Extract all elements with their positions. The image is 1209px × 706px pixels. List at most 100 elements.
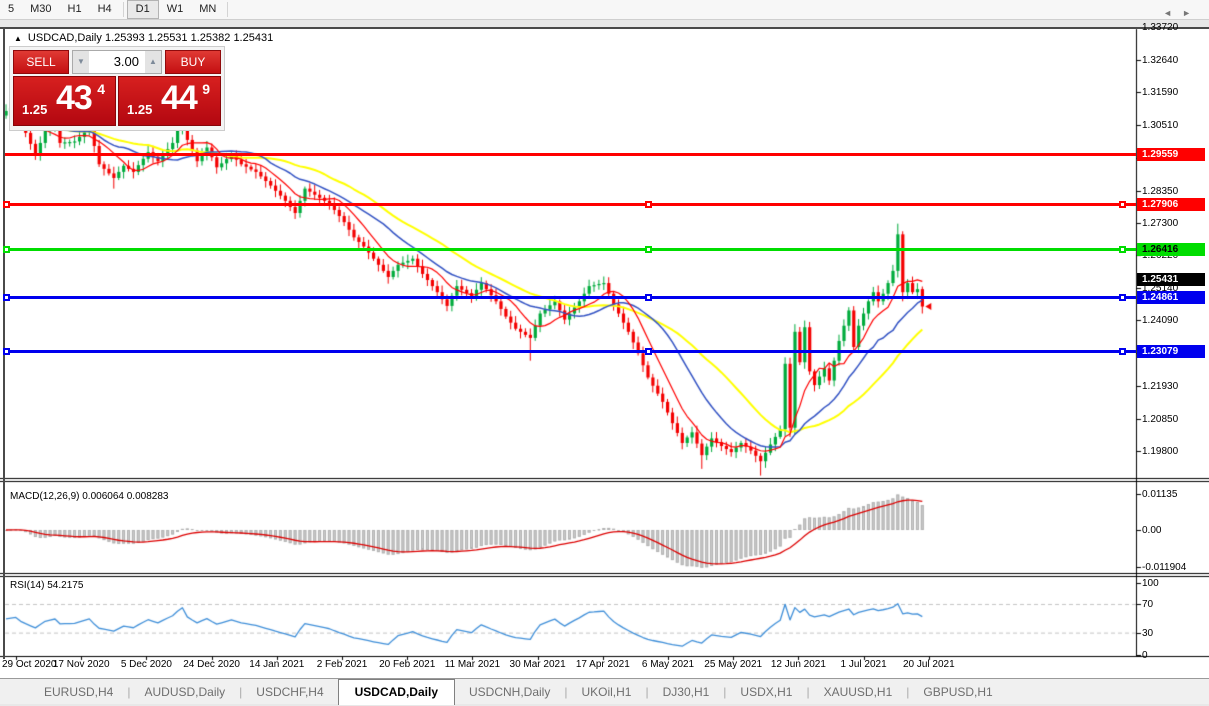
hline-handle-left[interactable] — [3, 201, 10, 208]
buy-price-big: 44 — [161, 79, 197, 118]
hline-handle-right[interactable] — [1119, 246, 1126, 253]
sell-button[interactable]: SELL — [13, 50, 69, 74]
date-label: 25 May 2021 — [704, 659, 762, 670]
tab-scroll-left-icon[interactable]: ◄ — [1163, 8, 1182, 18]
hline-handle-left[interactable] — [3, 246, 10, 253]
ohlc-low: 1.25382 — [191, 32, 231, 44]
timeframe-toolbar: 5M30H1H4 D1W1MN — [0, 0, 1209, 20]
timeframe-button-5[interactable]: 5 — [0, 0, 22, 19]
buy-button[interactable]: BUY — [165, 50, 221, 74]
timeframe-button-M30[interactable]: M30 — [22, 0, 59, 19]
price-axis-label: 1.33720 — [1142, 22, 1178, 33]
date-label: 2 Feb 2021 — [317, 659, 368, 670]
hline-handle-right[interactable] — [1119, 348, 1126, 355]
price-axis-badge: 1.23079 — [1137, 345, 1205, 358]
hline-handle-left[interactable] — [3, 348, 10, 355]
price-axis-label: 1.20850 — [1142, 414, 1178, 425]
ohlc-close: 1.25431 — [233, 32, 273, 44]
date-label: 30 Mar 2021 — [510, 659, 566, 670]
buy-price-prefix: 1.25 — [127, 102, 152, 117]
price-axis-badge: 1.26416 — [1137, 243, 1205, 256]
price-axis-label: 1.30510 — [1142, 120, 1178, 131]
hline-handle-left[interactable] — [3, 294, 10, 301]
hline-handle-center[interactable] — [645, 246, 652, 253]
symbol-tab-bar: EURUSD,H4|AUDUSD,Daily|USDCHF,H4USDCAD,D… — [0, 678, 1209, 704]
macd-indicator-label: MACD(12,26,9) 0.006064 0.008283 — [10, 491, 168, 502]
rsi-axis-label: 70 — [1142, 599, 1153, 610]
rsi-axis-label: 0 — [1142, 650, 1148, 661]
date-label: 11 Mar 2021 — [445, 659, 500, 670]
chart-title: ▲USDCAD,Daily 1.25393 1.25531 1.25382 1.… — [14, 32, 273, 44]
price-axis-badge: 1.27906 — [1137, 198, 1205, 211]
sell-price-tile[interactable]: 1.25 43 4 — [13, 76, 116, 126]
price-axis-label: 1.21930 — [1142, 381, 1178, 392]
tab-DJ30H1[interactable]: DJ30,H1 — [649, 681, 724, 704]
tab-USDCADDaily[interactable]: USDCAD,Daily — [338, 679, 455, 705]
collapse-trade-panel-icon[interactable]: ▲ — [14, 34, 22, 43]
toolbar-separator — [227, 2, 228, 17]
ohlc-high: 1.25531 — [148, 32, 188, 44]
price-axis-badge: 1.24861 — [1137, 291, 1205, 304]
date-label: 12 Jun 2021 — [771, 659, 826, 670]
sell-price-big: 43 — [56, 79, 92, 118]
price-axis-label: 1.32640 — [1142, 55, 1178, 66]
hline-level-1.24861[interactable] — [5, 296, 1136, 299]
window-top-border — [0, 27, 1209, 29]
tab-USDCNHDaily[interactable]: USDCNH,Daily — [455, 681, 564, 704]
sell-price-prefix: 1.25 — [22, 102, 47, 117]
timeframe-button-MN[interactable]: MN — [191, 0, 224, 19]
hline-handle-center[interactable] — [645, 294, 652, 301]
price-axis-label: 1.27300 — [1142, 218, 1178, 229]
tab-scroll-arrows: ◄► — [1163, 8, 1201, 18]
date-label: 14 Jan 2021 — [249, 659, 304, 670]
tab-GBPUSDH1[interactable]: GBPUSD,H1 — [909, 681, 1006, 704]
date-label: 20 Jul 2021 — [903, 659, 955, 670]
tab-XAUUSDH1[interactable]: XAUUSD,H1 — [810, 681, 907, 704]
volume-stepper: ▼ 3.00 ▲ — [72, 50, 162, 74]
one-click-trade-panel: SELL ▼ 3.00 ▲ BUY 1.25 43 4 1.25 44 9 — [9, 46, 225, 131]
volume-input[interactable]: 3.00 — [89, 51, 145, 73]
ohlc-open: 1.25393 — [105, 32, 145, 44]
hline-level-1.23079[interactable] — [5, 350, 1136, 353]
tab-scroll-right-icon[interactable]: ► — [1182, 8, 1201, 18]
hline-handle-center[interactable] — [645, 348, 652, 355]
buy-price-tile[interactable]: 1.25 44 9 — [118, 76, 221, 126]
tab-UKOilH1[interactable]: UKOil,H1 — [567, 681, 645, 704]
hline-handle-right[interactable] — [1119, 201, 1126, 208]
macd-axis-label: 0.01135 — [1142, 489, 1177, 500]
macd-axis-label: -0.011904 — [1142, 562, 1186, 573]
date-label: 6 May 2021 — [642, 659, 694, 670]
rsi-axis-label: 100 — [1142, 578, 1159, 589]
timeframe-button-H1[interactable]: H1 — [60, 0, 90, 19]
hline-level-1.29559[interactable] — [5, 153, 1136, 156]
timeframe-button-H4[interactable]: H4 — [90, 0, 120, 19]
hline-level-1.26416[interactable] — [5, 248, 1136, 251]
price-axis-label: 1.31590 — [1142, 87, 1178, 98]
macd-axis-label: 0.00 — [1142, 525, 1161, 536]
tab-AUDUSDDaily[interactable]: AUDUSD,Daily — [130, 681, 239, 704]
price-axis-label: 1.19800 — [1142, 446, 1178, 457]
timeframe-button-W1[interactable]: W1 — [159, 0, 192, 19]
price-axis-badge: 1.29559 — [1137, 148, 1205, 161]
tab-USDXH1[interactable]: USDX,H1 — [726, 681, 806, 704]
timeframe-button-D1[interactable]: D1 — [127, 0, 159, 19]
date-label: 1 Jul 2021 — [841, 659, 887, 670]
tab-USDCHFH4[interactable]: USDCHF,H4 — [242, 681, 337, 704]
volume-increase-icon[interactable]: ▲ — [145, 51, 161, 73]
date-label: 5 Dec 2020 — [121, 659, 172, 670]
date-label: 20 Feb 2021 — [379, 659, 435, 670]
trading-terminal: 5M30H1H4D1W1MN ▲USDCAD,Daily 1.25393 1.2… — [0, 0, 1209, 706]
toolbar-separator — [123, 2, 124, 17]
tab-EURUSDH4[interactable]: EURUSD,H4 — [30, 681, 127, 704]
hline-handle-center[interactable] — [645, 201, 652, 208]
date-label: 17 Apr 2021 — [576, 659, 630, 670]
volume-decrease-icon[interactable]: ▼ — [73, 51, 89, 73]
price-axis-badge: 1.25431 — [1137, 273, 1205, 286]
window-left-border — [3, 29, 5, 659]
rsi-indicator-label: RSI(14) 54.2175 — [10, 580, 83, 591]
buy-price-pip: 9 — [202, 81, 210, 97]
hline-level-1.27906[interactable] — [5, 203, 1136, 206]
hline-handle-right[interactable] — [1119, 294, 1126, 301]
chart-window: ▲USDCAD,Daily 1.25393 1.25531 1.25382 1.… — [0, 27, 1209, 676]
price-axis-label: 1.24090 — [1142, 315, 1178, 326]
